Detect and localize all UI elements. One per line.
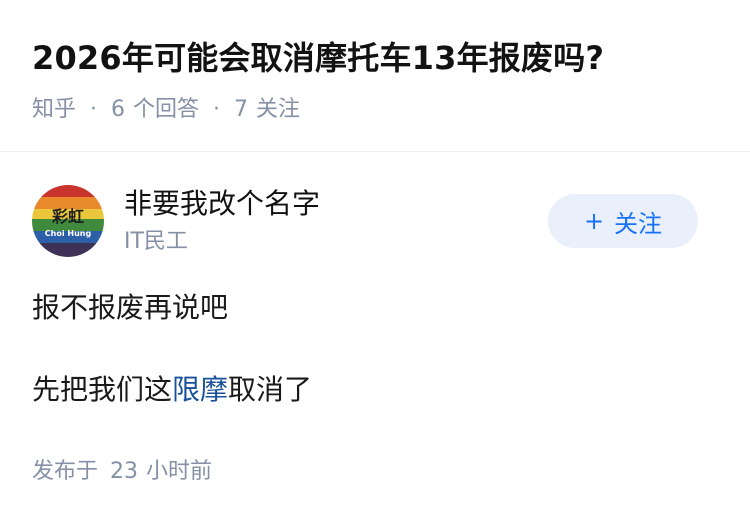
- answer-count-label: 个回答: [133, 97, 200, 122]
- follow-button-label: 关注: [614, 209, 663, 238]
- avatar-image: 彩虹 Choi Hung: [32, 185, 104, 257]
- meta-separator: ·: [213, 97, 221, 122]
- author-bio: IT民工: [124, 229, 188, 254]
- follow-count-link[interactable]: 7 关注: [234, 94, 300, 126]
- follow-count: 7: [234, 97, 249, 122]
- question-title[interactable]: 2026年可能会取消摩托车13年报废吗?: [32, 34, 604, 82]
- avatar-text-cn: 彩虹: [51, 207, 84, 226]
- answer-content: 报不报废再说吧 先把我们这限摩取消了: [32, 286, 312, 412]
- publish-unit: 小时前: [146, 459, 213, 484]
- content-paragraph-2: 先把我们这限摩取消了: [32, 368, 312, 412]
- question-header: 2026年可能会取消摩托车13年报废吗? 知乎 · 6 个回答 · 7 关注: [0, 0, 750, 150]
- source-label[interactable]: 知乎: [32, 94, 76, 126]
- plus-icon: +: [583, 207, 605, 235]
- author-name[interactable]: 非要我改个名字: [124, 184, 320, 224]
- avatar[interactable]: 彩虹 Choi Hung: [32, 185, 104, 257]
- publish-time: 发布于 23 小时前: [32, 456, 212, 488]
- follow-count-label: 关注: [256, 97, 301, 122]
- content-text-before: 先把我们这: [32, 373, 173, 406]
- question-meta: 知乎 · 6 个回答 · 7 关注: [32, 94, 300, 126]
- content-paragraph-1: 报不报废再说吧: [32, 291, 229, 324]
- xianmo-link[interactable]: 限摩: [172, 373, 228, 406]
- follow-button[interactable]: + 关注: [548, 194, 698, 248]
- publish-prefix: 发布于: [32, 459, 99, 484]
- avatar-text-en: Choi Hung: [45, 229, 92, 238]
- publish-value: 23: [110, 459, 139, 484]
- answer-count: 6: [111, 97, 126, 122]
- meta-separator: ·: [90, 97, 98, 122]
- content-text-after: 取消了: [228, 373, 313, 406]
- answer-card: 彩虹 Choi Hung 非要我改个名字 IT民工 + 关注 报不报废再说吧 先…: [0, 152, 750, 522]
- answer-count-link[interactable]: 6 个回答: [111, 94, 199, 126]
